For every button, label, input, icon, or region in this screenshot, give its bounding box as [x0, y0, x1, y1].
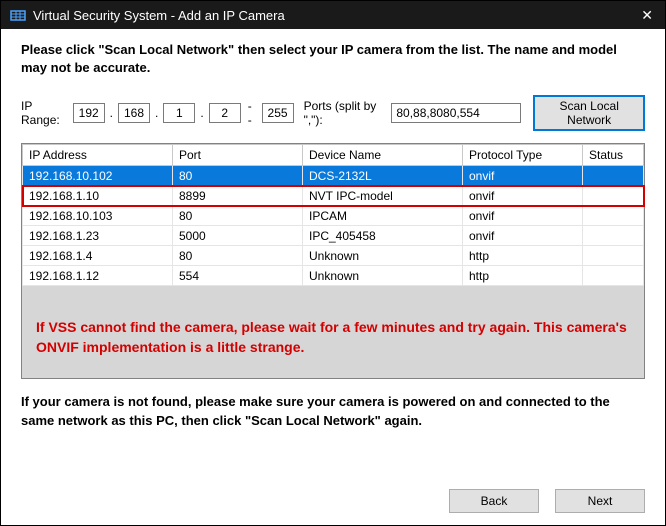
cell-device: IPCAM — [303, 206, 463, 226]
cell-status — [583, 166, 644, 186]
cell-port: 5000 — [173, 226, 303, 246]
ip-range-end[interactable] — [262, 103, 294, 123]
table-header-row: IP Address Port Device Name Protocol Typ… — [23, 145, 644, 166]
cell-proto: onvif — [463, 226, 583, 246]
cell-port: 8899 — [173, 186, 303, 206]
table-row[interactable]: 192.168.1.480Unknownhttp — [23, 246, 644, 266]
cell-proto: onvif — [463, 186, 583, 206]
camera-grid: IP Address Port Device Name Protocol Typ… — [21, 143, 645, 379]
ports-label: Ports (split by ","): — [304, 99, 386, 127]
table-row[interactable]: 192.168.10.10280DCS-2132Lonvif — [23, 166, 644, 186]
cell-proto: http — [463, 266, 583, 286]
cell-port: 80 — [173, 166, 303, 186]
col-proto[interactable]: Protocol Type — [463, 145, 583, 166]
cell-status — [583, 206, 644, 226]
ip-octet-2[interactable] — [118, 103, 150, 123]
ip-octet-1[interactable] — [73, 103, 105, 123]
dot: . — [199, 106, 204, 120]
dot: . — [109, 106, 114, 120]
app-icon — [9, 6, 27, 24]
ip-octet-4[interactable] — [209, 103, 241, 123]
back-button[interactable]: Back — [449, 489, 539, 513]
col-status[interactable]: Status — [583, 145, 644, 166]
instructions-text: Please click "Scan Local Network" then s… — [21, 41, 645, 77]
cell-device: IPC_405458 — [303, 226, 463, 246]
cell-ip: 192.168.10.102 — [23, 166, 173, 186]
cell-device: DCS-2132L — [303, 166, 463, 186]
table-row[interactable]: 192.168.10.10380IPCAMonvif — [23, 206, 644, 226]
ip-octet-3[interactable] — [163, 103, 195, 123]
cell-device: Unknown — [303, 266, 463, 286]
titlebar: Virtual Security System - Add an IP Came… — [1, 1, 665, 29]
cell-proto: http — [463, 246, 583, 266]
warning-text: If VSS cannot find the camera, please wa… — [22, 304, 644, 378]
range-dash: -- — [245, 99, 258, 127]
cell-status — [583, 266, 644, 286]
table-row[interactable]: 192.168.1.235000IPC_405458onvif — [23, 226, 644, 246]
cell-device: NVT IPC-model — [303, 186, 463, 206]
table-row[interactable]: 192.168.1.108899NVT IPC-modelonvif — [23, 186, 644, 206]
wizard-buttons: Back Next — [449, 489, 645, 513]
cell-ip: 192.168.10.103 — [23, 206, 173, 226]
ip-range-row: IP Range: . . . -- Ports (split by ","):… — [21, 95, 645, 131]
cell-status — [583, 186, 644, 206]
blank-area — [31, 491, 141, 513]
footer-note: If your camera is not found, please make… — [21, 393, 645, 429]
col-ip[interactable]: IP Address — [23, 145, 173, 166]
cell-status — [583, 226, 644, 246]
cell-port: 80 — [173, 206, 303, 226]
cell-proto: onvif — [463, 206, 583, 226]
cell-port: 554 — [173, 266, 303, 286]
table-row[interactable]: 192.168.1.12554Unknownhttp — [23, 266, 644, 286]
next-button[interactable]: Next — [555, 489, 645, 513]
cell-port: 80 — [173, 246, 303, 266]
cell-ip: 192.168.1.12 — [23, 266, 173, 286]
ip-range-label: IP Range: — [21, 99, 67, 127]
cell-ip: 192.168.1.23 — [23, 226, 173, 246]
col-port[interactable]: Port — [173, 145, 303, 166]
ports-input[interactable] — [391, 103, 521, 123]
dot: . — [154, 106, 159, 120]
cell-status — [583, 246, 644, 266]
close-button[interactable]: ✕ — [637, 7, 657, 24]
window-title: Virtual Security System - Add an IP Came… — [33, 8, 285, 23]
cell-ip: 192.168.1.10 — [23, 186, 173, 206]
col-device[interactable]: Device Name — [303, 145, 463, 166]
cell-ip: 192.168.1.4 — [23, 246, 173, 266]
cell-device: Unknown — [303, 246, 463, 266]
cell-proto: onvif — [463, 166, 583, 186]
scan-local-network-button[interactable]: Scan Local Network — [533, 95, 645, 131]
